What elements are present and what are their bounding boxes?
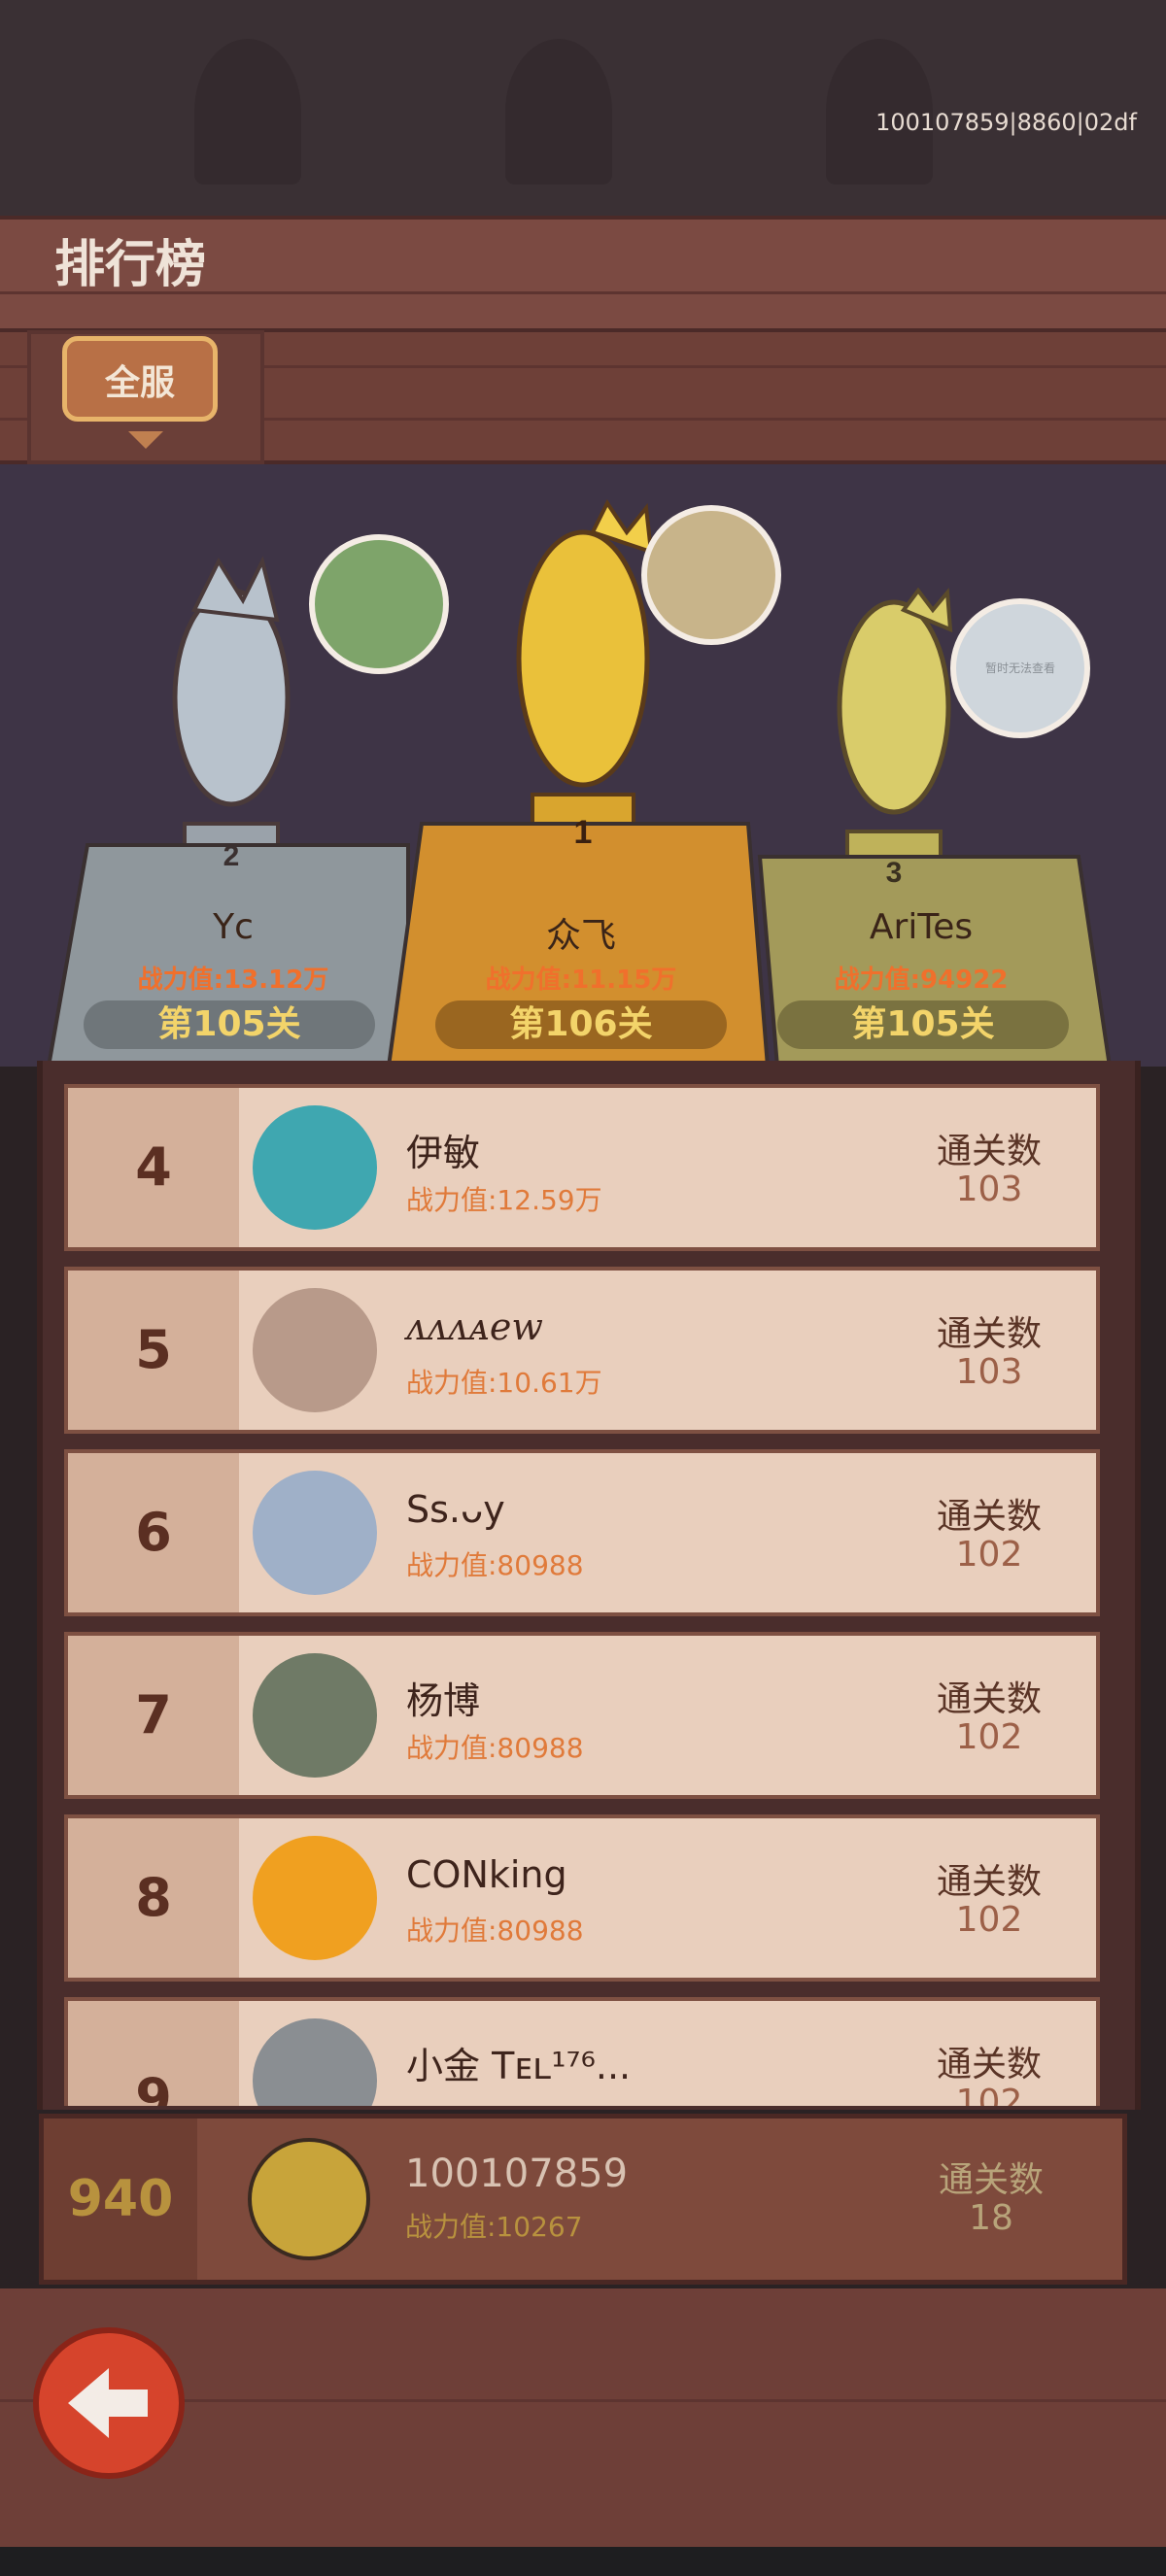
fish-silhouette-icon — [194, 39, 301, 185]
levels-cleared-value: 102 — [955, 1535, 1023, 1575]
podium-power-1: 战力值:11.15万 — [485, 966, 677, 995]
list-item[interactable]: 7 杨博 战力值:80988 通关数 102 — [64, 1632, 1100, 1799]
levels-cleared-label: 通关数 — [936, 2045, 1042, 2085]
podium-level-1: 第106关 — [435, 1000, 727, 1049]
silver-fish-trophy-icon — [172, 556, 291, 864]
place-number: 3 — [886, 857, 903, 889]
fish-silhouette-icon — [505, 39, 612, 185]
list-item[interactable]: 8 CONking 战力值:80988 通关数 102 — [64, 1814, 1100, 1982]
my-levels-value: 18 — [969, 2198, 1013, 2238]
levels-cleared-label: 通关数 — [936, 1679, 1042, 1719]
avatar — [253, 1471, 377, 1595]
player-name: 小金 Tᴇʟ¹⁷⁶... — [406, 2045, 632, 2087]
podium-name-3: AriTes — [869, 907, 974, 947]
rank-number: 7 — [68, 1636, 239, 1795]
podium-avatar-1[interactable] — [641, 505, 781, 645]
rank-number: 8 — [68, 1818, 239, 1978]
gold-fish-trophy-icon — [516, 499, 654, 839]
avatar — [253, 1288, 377, 1412]
podium-name-2: Yc — [213, 907, 254, 947]
levels-cleared-value: 102 — [955, 2083, 1023, 2106]
my-power: 战力值:10267 — [405, 2211, 583, 2243]
podium-level-3: 第105关 — [777, 1000, 1069, 1049]
list-item[interactable]: 9 小金 Tᴇʟ¹⁷⁶... 通关数 102 — [64, 1997, 1100, 2106]
avatar-unavailable-note: 暂时无法查看 — [984, 661, 1055, 675]
player-name: 杨博 — [406, 1679, 481, 1722]
levels-cleared-label: 通关数 — [936, 1132, 1042, 1171]
place-number: 1 — [574, 814, 593, 851]
rank-number: 5 — [68, 1271, 239, 1430]
podium-avatar-3[interactable]: 暂时无法查看 — [950, 598, 1090, 738]
levels-cleared-label: 通关数 — [936, 1862, 1042, 1902]
podium-avatar-2[interactable] — [309, 534, 449, 674]
bottom-strip — [0, 2547, 1166, 2576]
podium-power-2: 战力值:13.12万 — [137, 966, 329, 995]
levels-cleared-value: 102 — [955, 1717, 1023, 1757]
place-number: 2 — [223, 840, 240, 872]
bronze-fish-trophy-icon — [837, 587, 953, 872]
list-item[interactable]: 5 ᴧᴧᴧᴀew 战力值:10.61万 通关数 103 — [64, 1267, 1100, 1434]
avatar — [253, 1653, 377, 1778]
player-power: 战力值:80988 — [406, 1732, 584, 1764]
levels-cleared-value: 103 — [955, 1169, 1023, 1209]
my-levels-label: 通关数 — [938, 2160, 1044, 2200]
player-power: 战力值:80988 — [406, 1549, 584, 1581]
levels-cleared-value: 102 — [955, 1900, 1023, 1940]
avatar — [253, 1836, 377, 1960]
player-name: ᴧᴧᴧᴀew — [406, 1305, 543, 1348]
player-power: 战力值:80988 — [406, 1915, 584, 1947]
list-item[interactable]: 4 伊敏 战力值:12.59万 通关数 103 — [64, 1084, 1100, 1251]
levels-cleared-value: 103 — [955, 1352, 1023, 1392]
levels-cleared-label: 通关数 — [936, 1497, 1042, 1537]
podium-name-1: 众飞 — [545, 916, 616, 956]
avatar — [253, 2018, 377, 2106]
list-item[interactable]: 6 Ss.ᴗy 战力值:80988 通关数 102 — [64, 1449, 1100, 1616]
my-rank-number: 940 — [44, 2118, 197, 2280]
debug-id: 100107859|8860|02df — [875, 109, 1137, 136]
page-title: 排行榜 — [54, 236, 207, 294]
levels-cleared-label: 通关数 — [936, 1314, 1042, 1354]
player-name: Ss.ᴗy — [406, 1488, 505, 1531]
rank-number: 4 — [68, 1088, 239, 1247]
list-item-clip: 9 小金 Tᴇʟ¹⁷⁶... 通关数 102 — [64, 1997, 1100, 2106]
back-button[interactable] — [33, 2327, 185, 2479]
my-rank-bar[interactable]: 940 100107859 战力值:10267 通关数 18 — [39, 2114, 1127, 2285]
podium-power-3: 战力值:94922 — [834, 966, 1009, 995]
my-avatar — [248, 2138, 370, 2260]
avatar — [253, 1105, 377, 1230]
rank-number: 9 — [68, 2001, 239, 2106]
back-arrow-icon — [68, 2368, 148, 2438]
player-power: 战力值:12.59万 — [406, 1184, 602, 1216]
player-power: 战力值:10.61万 — [406, 1367, 602, 1399]
podium-level-2: 第105关 — [84, 1000, 375, 1049]
player-name: CONking — [406, 1853, 567, 1896]
player-name: 伊敏 — [406, 1132, 481, 1174]
tab-all-server[interactable]: 全服 — [62, 336, 218, 422]
my-name: 100107859 — [405, 2152, 629, 2196]
rank-number: 6 — [68, 1453, 239, 1612]
tab-indicator-icon — [128, 431, 163, 449]
